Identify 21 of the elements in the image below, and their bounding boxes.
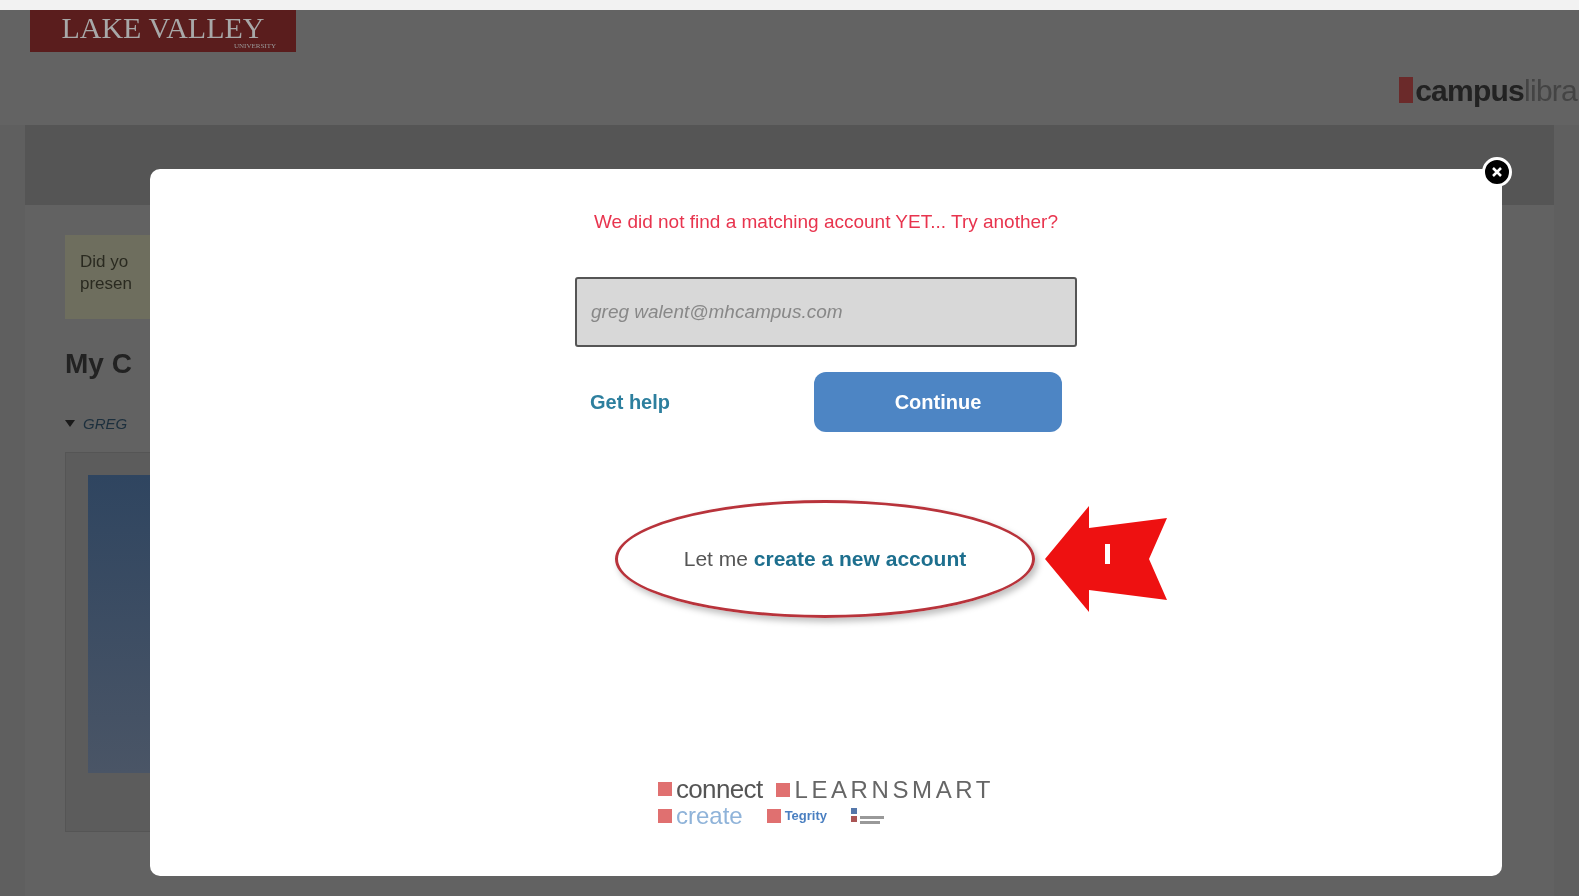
error-message: We did not find a matching account YET... Try another? xyxy=(594,210,1058,234)
product-logo: connect xyxy=(675,775,763,802)
close-icon xyxy=(1491,166,1503,178)
section-heading: My C xyxy=(65,347,133,381)
product-logo-mark-icon xyxy=(657,808,672,823)
create-account-link[interactable]: create a new account xyxy=(753,546,967,570)
product-logo-mark-icon xyxy=(657,781,672,796)
product-logo: create xyxy=(675,803,743,828)
group-label[interactable]: GREG xyxy=(83,413,128,436)
continue-button[interactable]: Continue xyxy=(814,371,1062,432)
create-account-text: Let me create a new account xyxy=(683,545,967,572)
brand-logo-mark-icon xyxy=(1399,77,1414,103)
product-logo: Tegrity xyxy=(784,809,828,822)
arrow-icon xyxy=(1045,505,1167,612)
product-logo: LEARNSMART xyxy=(794,777,995,802)
product-logo-mark-icon xyxy=(766,808,781,823)
product-logo-icon xyxy=(851,805,886,826)
email-field[interactable]: greg walent@mhcampus.com xyxy=(575,276,1077,347)
caret-icon[interactable] xyxy=(65,420,75,429)
get-help-link[interactable]: Get help xyxy=(590,386,670,417)
product-logo-mark-icon xyxy=(776,782,791,797)
